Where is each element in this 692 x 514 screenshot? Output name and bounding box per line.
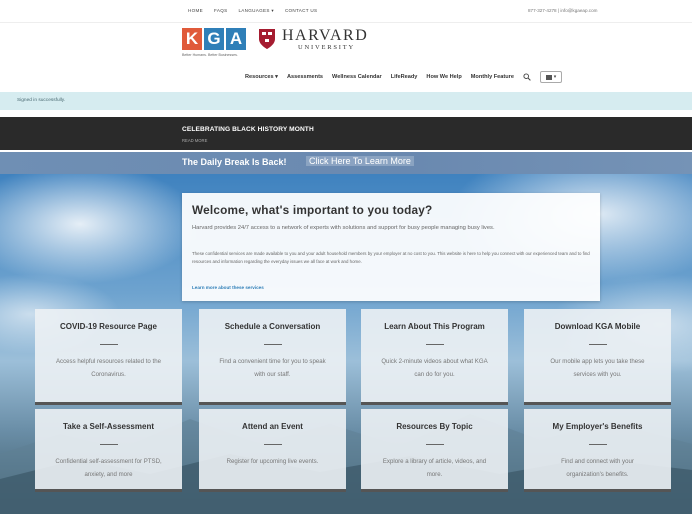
tile-title: Attend an Event xyxy=(242,422,303,431)
tile-title: My Employer's Benefits xyxy=(552,422,643,431)
tile-divider xyxy=(99,444,118,445)
utility-bar: HOME FAQS LANGUAGES ▾ CONTACT US 877-327… xyxy=(0,0,692,23)
daily-break-bar: The Daily Break Is Back! Click Here To L… xyxy=(0,152,692,174)
tile-description: Our mobile app lets you take these servi… xyxy=(550,358,645,378)
welcome-title: Welcome, what's important to you today? xyxy=(192,203,433,217)
announcement-bar: CELEBRATING BLACK HISTORY MONTH READ MOR… xyxy=(0,117,692,150)
user-icon xyxy=(545,74,552,80)
tile-title: Learn About This Program xyxy=(384,322,485,331)
tile-divider xyxy=(263,344,282,345)
tile-title: Take a Self-Assessment xyxy=(62,422,154,431)
daily-break-text: The Daily Break Is Back! xyxy=(182,157,287,167)
announcement-title[interactable]: CELEBRATING BLACK HISTORY MONTH xyxy=(182,126,314,133)
nav-wellness-calendar[interactable]: Wellness Calendar xyxy=(332,74,382,80)
kga-logo[interactable]: K G A Better Humans. Better Businesses. xyxy=(182,28,248,57)
tile-title: COVID-19 Resource Page xyxy=(60,322,157,331)
welcome-intro: Harvard provides 24/7 access to a networ… xyxy=(192,225,495,231)
kga-tagline: Better Humans. Better Businesses. xyxy=(182,53,238,57)
welcome-learn-more-link[interactable]: Learn more about these services xyxy=(192,285,264,290)
user-menu-caret: ▾ xyxy=(553,74,557,80)
harvard-sub: UNIVERSITY xyxy=(298,44,355,51)
signed-in-message: Signed in successfully. xyxy=(17,98,66,103)
utility-links: HOME FAQS LANGUAGES ▾ CONTACT US xyxy=(188,8,317,14)
tile-divider xyxy=(425,444,444,445)
welcome-detail: These confidential services are made ava… xyxy=(192,251,590,264)
welcome-card: Welcome, what's important to you today? … xyxy=(182,193,600,301)
tile-description: Access helpful resources related to the … xyxy=(55,358,161,378)
nav-assessments[interactable]: Assessments xyxy=(287,74,323,80)
search-icon[interactable] xyxy=(523,73,531,81)
tile-covid-resources[interactable]: COVID-19 Resource Page Access helpful re… xyxy=(35,309,182,405)
tile-resources-by-topic[interactable]: Resources By Topic Explore a library of … xyxy=(361,409,508,492)
tile-description: Find and connect with your organization'… xyxy=(561,458,634,478)
tile-divider xyxy=(425,344,444,345)
daily-break-link[interactable]: Click Here To Learn More xyxy=(306,156,414,166)
harvard-main: HARVARD xyxy=(282,27,369,44)
tile-divider xyxy=(263,444,282,445)
signed-in-alert: Signed in successfully. xyxy=(0,92,692,110)
logo-row: K G A Better Humans. Better Businesses. … xyxy=(182,28,368,64)
kga-letter-k: K xyxy=(182,28,202,50)
tile-title: Schedule a Conversation xyxy=(224,322,321,331)
harvard-shield-icon xyxy=(259,29,275,49)
tile-description: Explore a library of article, videos, an… xyxy=(382,458,487,478)
tile-divider xyxy=(588,344,607,345)
kga-letter-a: A xyxy=(226,28,246,50)
util-link-faqs[interactable]: FAQS xyxy=(214,8,227,14)
tile-description: Quick 2-minute videos about what KGA can… xyxy=(381,358,488,378)
tile-divider xyxy=(99,344,118,345)
nav-resources[interactable]: Resources ▾ xyxy=(245,74,278,80)
tile-schedule-conversation[interactable]: Schedule a Conversation Find a convenien… xyxy=(199,309,346,405)
tile-employer-benefits[interactable]: My Employer's Benefits Find and connect … xyxy=(524,409,671,492)
nav-how-we-help[interactable]: How We Help xyxy=(426,74,461,80)
tile-description: Register for upcoming live events. xyxy=(226,458,319,465)
user-menu-button[interactable]: ▾ xyxy=(539,71,562,83)
harvard-wordmark: HARVARD UNIVERSITY xyxy=(282,27,369,52)
kga-letter-g: G xyxy=(204,28,224,50)
util-link-languages[interactable]: LANGUAGES ▾ xyxy=(238,8,273,14)
nav-lifeready[interactable]: LifeReady xyxy=(391,74,418,80)
tile-divider xyxy=(588,444,607,445)
main-nav: Resources ▾ Assessments Wellness Calenda… xyxy=(245,71,562,83)
tile-title: Resources By Topic xyxy=(396,422,473,431)
util-link-home[interactable]: HOME xyxy=(188,8,203,14)
nav-monthly-feature[interactable]: Monthly Feature xyxy=(471,74,514,80)
announcement-read-more[interactable]: READ MORE xyxy=(182,138,207,143)
contact-info[interactable]: 877-327-4278 | info@kgaeap.com xyxy=(528,8,597,13)
tile-download-mobile[interactable]: Download KGA Mobile Our mobile app lets … xyxy=(524,309,671,405)
tile-description: Find a convenient time for you to speak … xyxy=(219,358,326,378)
tile-description: Confidential self-assessment for PTSD, a… xyxy=(55,458,162,478)
tile-title: Download KGA Mobile xyxy=(554,322,641,331)
tile-learn-program[interactable]: Learn About This Program Quick 2-minute … xyxy=(361,309,508,405)
tile-attend-event[interactable]: Attend an Event Register for upcoming li… xyxy=(199,409,346,492)
util-link-contact[interactable]: CONTACT US xyxy=(285,8,317,14)
tile-self-assessment[interactable]: Take a Self-Assessment Confidential self… xyxy=(35,409,182,492)
